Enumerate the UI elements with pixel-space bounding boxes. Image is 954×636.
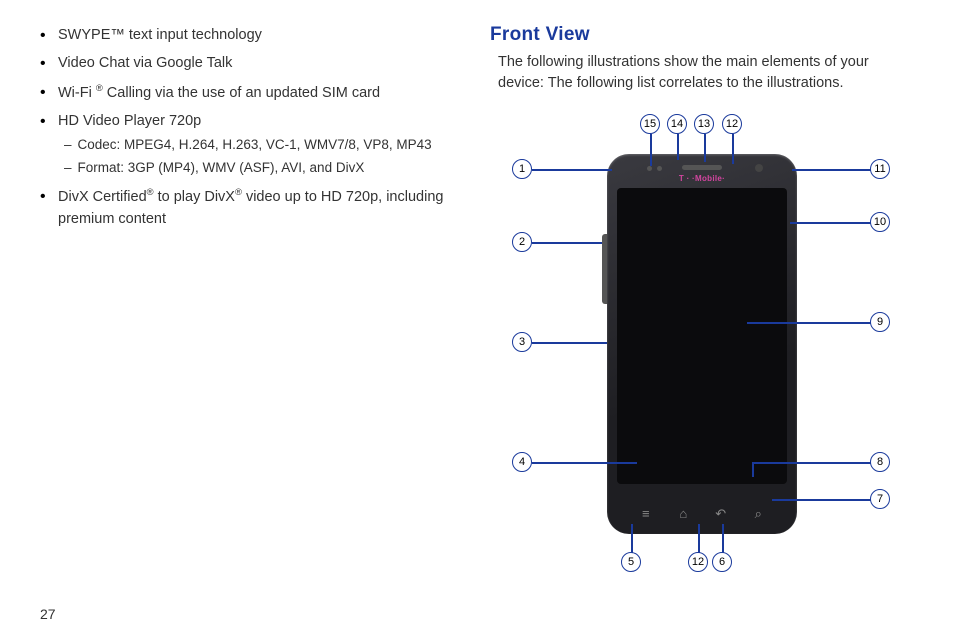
page-number: 27 (40, 606, 56, 622)
feature-text: Video Chat via Google Talk (58, 55, 232, 71)
callout-12-top: 12 (722, 114, 742, 134)
leader-line (747, 322, 872, 324)
section-intro: The following illustrations show the mai… (490, 52, 914, 94)
sub-list: Codec: MPEG4, H.264, H.263, VC-1, WMV7/8… (58, 135, 460, 179)
earpiece (682, 165, 722, 170)
list-item: HD Video Player 720p Codec: MPEG4, H.264… (40, 110, 460, 178)
callout-13: 13 (694, 114, 714, 134)
volume-rocker (602, 234, 607, 304)
reg-mark: ® (96, 82, 103, 93)
leader-line (532, 242, 602, 244)
callout-4: 4 (512, 452, 532, 472)
back-icon: ↶ (712, 506, 730, 520)
nav-button-row: ≡ ⌂ ↶ ⌕ (607, 506, 797, 520)
device-diagram: T · ·Mobile· ≡ ⌂ ↶ ⌕ (502, 104, 902, 574)
right-column: Front View The following illustrations s… (490, 24, 914, 616)
sensor-dot (647, 166, 652, 171)
callout-3: 3 (512, 332, 532, 352)
section-heading: Front View (490, 24, 914, 46)
menu-icon: ≡ (637, 506, 655, 520)
callout-12-bottom: 12 (688, 552, 708, 572)
callout-10: 10 (870, 212, 890, 232)
leader-line (704, 134, 706, 162)
leader-line (698, 524, 700, 554)
leader-line (722, 524, 724, 554)
sub-item: Codec: MPEG4, H.264, H.263, VC-1, WMV7/8… (58, 135, 460, 156)
page: SWYPE™ text input technology Video Chat … (0, 0, 954, 636)
callout-5: 5 (621, 552, 641, 572)
callout-8: 8 (870, 452, 890, 472)
leader-line (792, 169, 872, 171)
leader-line (631, 524, 633, 554)
reg-mark: ® (235, 186, 242, 197)
list-item: Video Chat via Google Talk (40, 52, 460, 74)
callout-14: 14 (667, 114, 687, 134)
sub-item: Format: 3GP (MP4), WMV (ASF), AVI, and D… (58, 158, 460, 179)
callout-9: 9 (870, 312, 890, 332)
leader-line (532, 342, 607, 344)
sub-text: Codec: MPEG4, H.264, H.263, VC-1, WMV7/8… (78, 137, 432, 152)
callout-1: 1 (512, 159, 532, 179)
home-icon: ⌂ (674, 506, 692, 520)
leader-line (650, 134, 652, 166)
feature-text: SWYPE™ text input technology (58, 27, 262, 43)
front-camera (755, 164, 763, 172)
reg-mark: ® (147, 186, 154, 197)
callout-2: 2 (512, 232, 532, 252)
callout-7: 7 (870, 489, 890, 509)
callout-11: 11 (870, 159, 890, 179)
feature-text-post: Calling via the use of an updated SIM ca… (103, 85, 380, 101)
callout-6: 6 (712, 552, 732, 572)
sub-text: Format: 3GP (MP4), WMV (ASF), AVI, and D… (78, 160, 365, 175)
list-item: SWYPE™ text input technology (40, 24, 460, 46)
leader-line (790, 222, 872, 224)
feature-text-mid: to play DivX (154, 188, 235, 204)
carrier-brand: T · ·Mobile· (607, 174, 797, 183)
leader-line (532, 462, 637, 464)
phone-illustration: T · ·Mobile· ≡ ⌂ ↶ ⌕ (607, 154, 797, 534)
leader-line (752, 462, 754, 477)
feature-text: HD Video Player 720p (58, 113, 201, 129)
feature-text-pre: Wi-Fi (58, 85, 96, 101)
list-item: Wi-Fi ® Calling via the use of an update… (40, 81, 460, 104)
feature-list: SWYPE™ text input technology Video Chat … (40, 24, 460, 230)
search-icon: ⌕ (749, 506, 767, 520)
leader-line (732, 134, 734, 164)
leader-line (772, 499, 872, 501)
list-item: DivX Certified® to play DivX® video up t… (40, 185, 460, 231)
left-column: SWYPE™ text input technology Video Chat … (40, 24, 460, 616)
callout-15: 15 (640, 114, 660, 134)
sensor-dot (657, 166, 662, 171)
feature-text-pre: DivX Certified (58, 188, 147, 204)
leader-line (752, 462, 872, 464)
leader-line (532, 169, 612, 171)
leader-line (677, 134, 679, 160)
